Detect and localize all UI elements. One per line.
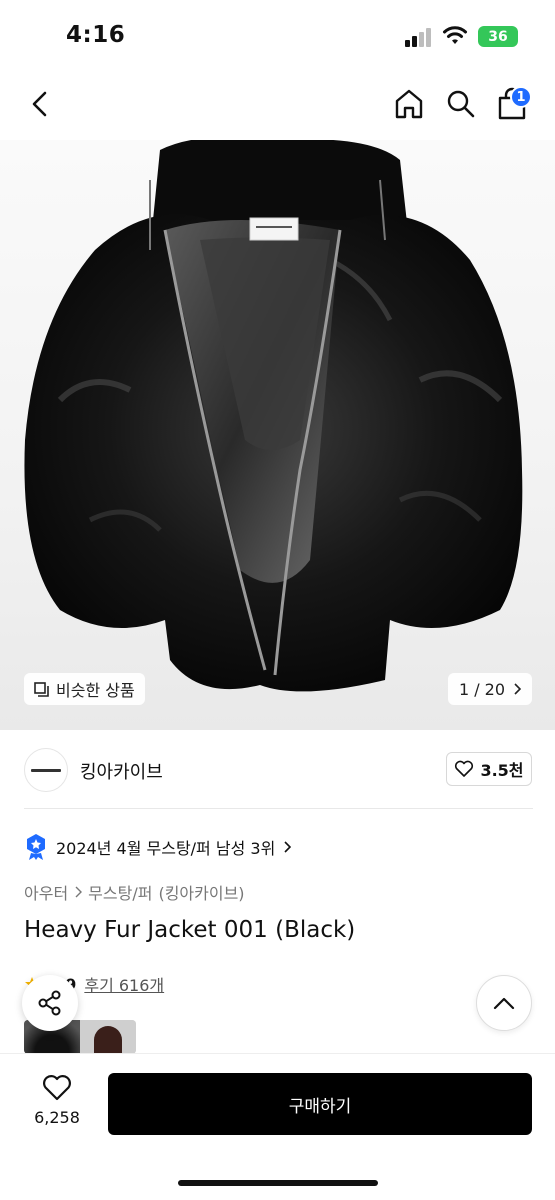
status-bar: 4:16 36: [0, 0, 555, 74]
image-page-indicator[interactable]: 1 / 20: [448, 673, 532, 705]
review-thumbnail[interactable]: [80, 1020, 136, 1054]
brand-like-button[interactable]: 3.5천: [446, 752, 532, 786]
chevron-right-icon: [514, 683, 522, 695]
home-icon[interactable]: [392, 86, 426, 122]
heart-icon: [455, 760, 474, 777]
share-button[interactable]: [22, 975, 78, 1031]
signal-icon: [405, 28, 431, 47]
cart-badge: 1: [510, 86, 532, 108]
breadcrumb-item[interactable]: (킹아카이브): [158, 880, 244, 904]
breadcrumb: 아우터 무스탕/퍼 (킹아카이브): [24, 880, 245, 904]
ranking-medal-icon: [27, 834, 45, 860]
similar-products-button[interactable]: 비슷한 상품: [24, 673, 145, 705]
brand-row[interactable]: 킹아카이브 3.5천: [0, 740, 555, 808]
chevron-right-icon: [75, 886, 83, 898]
brand-logo[interactable]: [24, 748, 68, 792]
breadcrumb-item[interactable]: 아우터: [24, 880, 68, 904]
reviews-link[interactable]: 후기 616개: [84, 972, 164, 996]
home-indicator: [178, 1180, 378, 1186]
status-time: 4:16: [66, 22, 126, 48]
page-indicator-text: 1 / 20: [458, 679, 506, 699]
top-nav: [0, 74, 555, 140]
share-icon: [38, 990, 61, 1016]
chevron-up-icon: [493, 997, 515, 1010]
breadcrumb-item[interactable]: 무스탕/퍼: [88, 880, 152, 904]
search-icon[interactable]: [444, 86, 478, 122]
wishlist-button[interactable]: 6,258: [24, 1074, 90, 1140]
battery-icon: 36: [478, 26, 518, 47]
brand-like-count: 3.5천: [480, 761, 524, 780]
battery-level: 36: [488, 28, 508, 45]
chevron-right-icon: [284, 841, 292, 853]
brand-name[interactable]: 킹아카이브: [80, 758, 163, 784]
wishlist-count: 6,258: [34, 1108, 80, 1127]
wifi-icon: [443, 26, 467, 44]
similar-products-label: 비슷한 상품: [56, 681, 135, 700]
ranking-text: 2024년 4월 무스탕/퍼 남성 3위: [56, 839, 276, 858]
heart-icon: [43, 1075, 71, 1101]
ranking-link[interactable]: 2024년 4월 무스탕/퍼 남성 3위: [24, 832, 292, 862]
buy-button[interactable]: 구매하기: [108, 1073, 532, 1135]
fur-jacket-illustration: [24, 140, 523, 692]
product-title: Heavy Fur Jacket 001 (Black): [24, 917, 356, 943]
back-icon[interactable]: [24, 88, 56, 120]
divider: [24, 808, 533, 809]
bottom-action-bar: 6,258 구매하기: [0, 1053, 555, 1200]
scroll-top-button[interactable]: [476, 975, 532, 1031]
product-image[interactable]: [0, 140, 555, 730]
similar-items-icon: [34, 681, 49, 697]
